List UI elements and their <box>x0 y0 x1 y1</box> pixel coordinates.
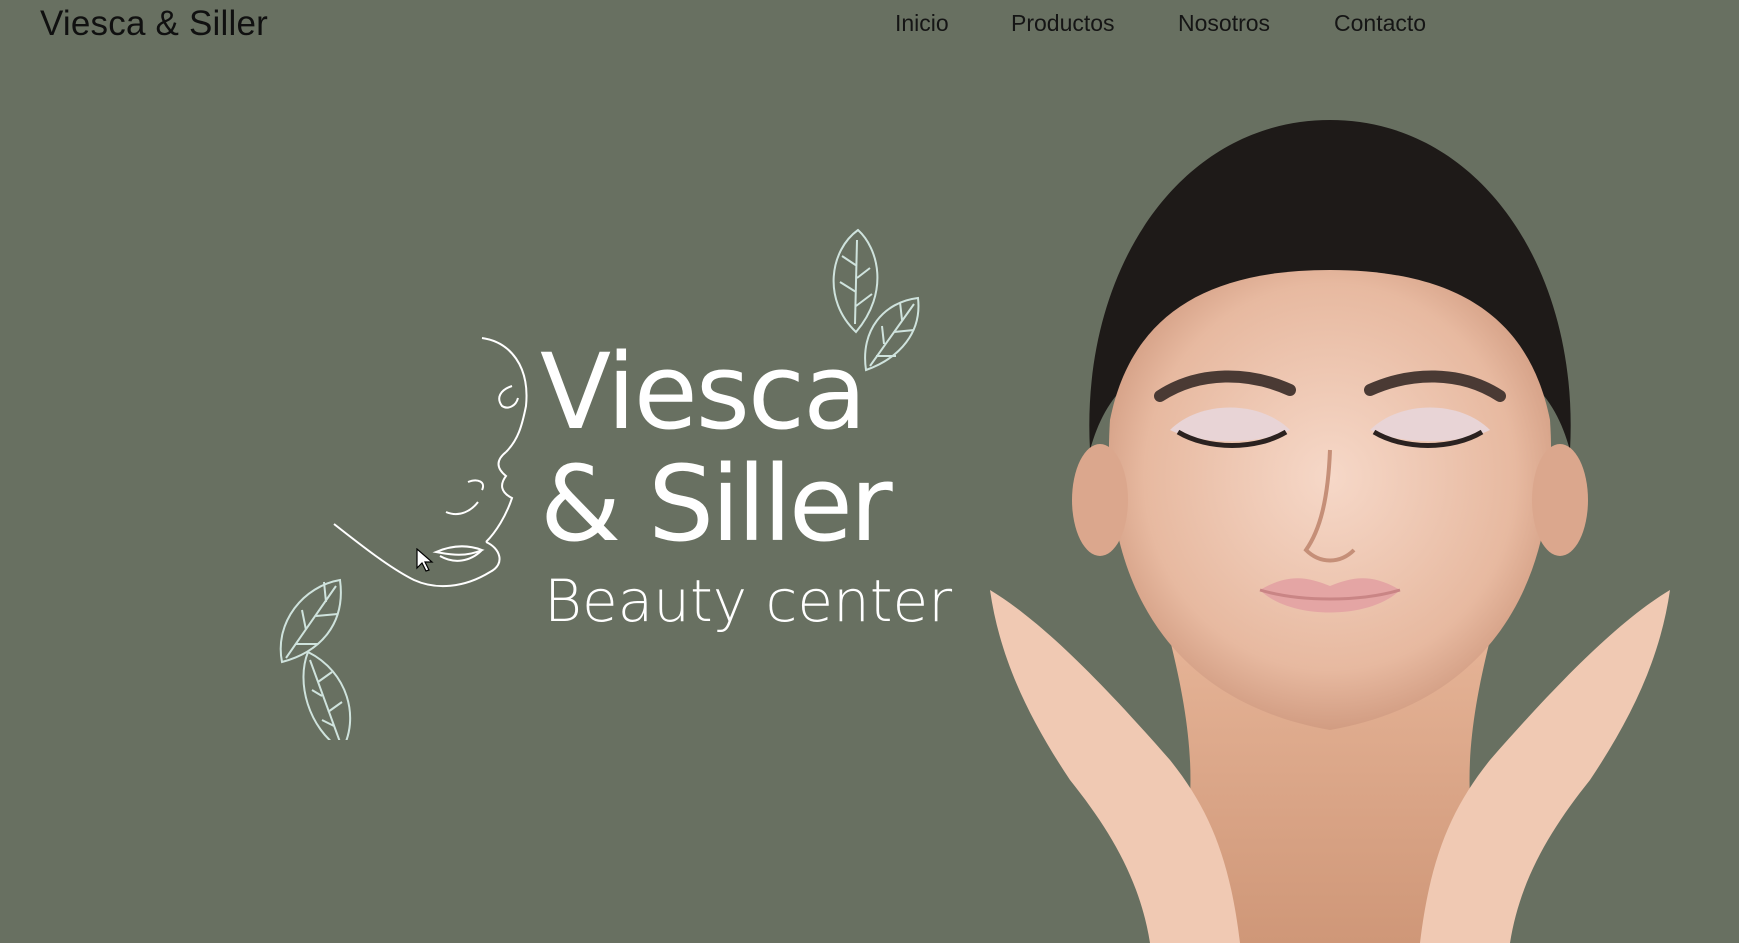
top-navigation-bar: Viesca & Siller Inicio Productos Nosotro… <box>0 0 1739 60</box>
main-nav: Inicio Productos Nosotros Contacto <box>0 10 1739 40</box>
mouse-pointer-icon <box>416 548 434 572</box>
leaf-icon <box>279 578 352 740</box>
nav-link-productos[interactable]: Productos <box>1011 10 1115 37</box>
nav-link-inicio[interactable]: Inicio <box>895 10 949 37</box>
logo-title-line2: & Siller <box>540 443 893 565</box>
nav-link-contacto[interactable]: Contacto <box>1334 10 1426 37</box>
logo-tagline: Beauty center <box>544 567 953 635</box>
nav-link-nosotros[interactable]: Nosotros <box>1178 10 1270 37</box>
logo-title-line1: Viesca <box>540 331 867 453</box>
hero-model-image <box>990 120 1670 943</box>
hero-logo: Viesca & Siller Beauty center <box>250 220 970 740</box>
